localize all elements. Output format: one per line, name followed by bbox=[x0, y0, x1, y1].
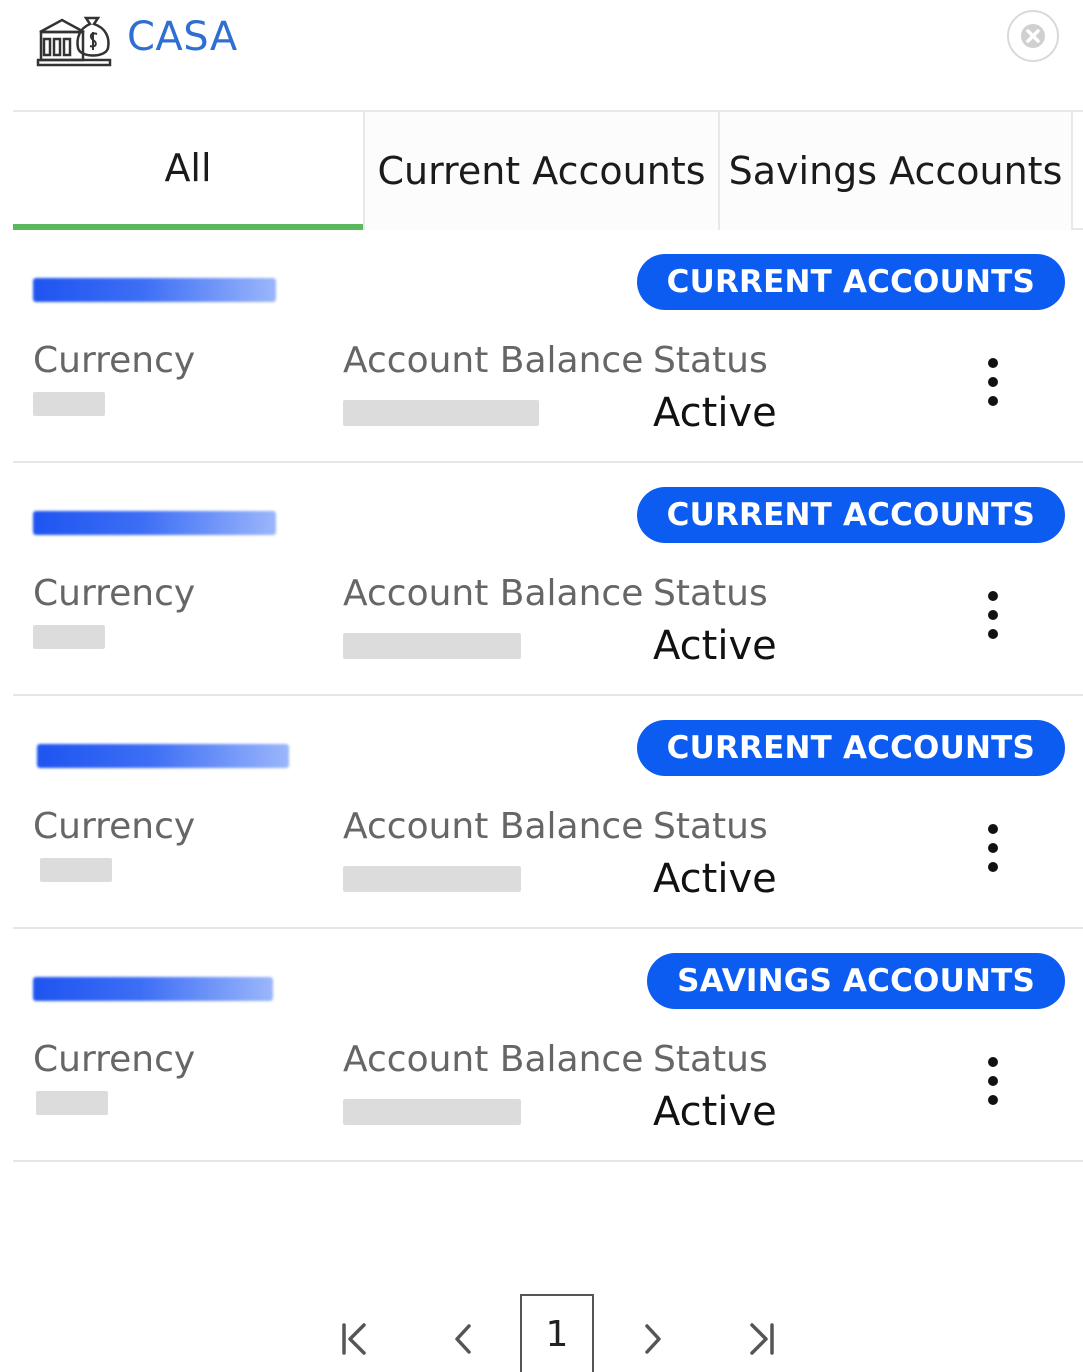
first-page-icon bbox=[342, 1323, 366, 1355]
status-value: Active bbox=[653, 856, 777, 902]
close-circle-icon bbox=[1021, 24, 1045, 48]
account-card[interactable]: CURRENT ACCOUNTS Currency Account Balanc… bbox=[13, 230, 1083, 463]
casa-panel: CASA All Current Accounts Savings Accoun… bbox=[0, 0, 1083, 1372]
currency-label: Currency bbox=[33, 573, 196, 614]
close-button[interactable] bbox=[1007, 10, 1059, 62]
currency-value-redacted bbox=[33, 625, 105, 649]
currency-label: Currency bbox=[33, 1039, 196, 1080]
page-number-current[interactable]: 1 bbox=[520, 1294, 594, 1372]
currency-label: Currency bbox=[33, 806, 196, 847]
account-type-badge: CURRENT ACCOUNTS bbox=[636, 720, 1065, 776]
status-value: Active bbox=[653, 623, 777, 669]
account-name-redacted[interactable] bbox=[37, 744, 289, 768]
first-page-button[interactable] bbox=[330, 1314, 380, 1364]
account-balance-label: Account Balance bbox=[343, 573, 644, 614]
last-page-button[interactable] bbox=[736, 1314, 786, 1364]
account-name-redacted[interactable] bbox=[33, 511, 276, 535]
balance-value-redacted bbox=[343, 1099, 521, 1125]
status-label: Status bbox=[653, 806, 768, 847]
currency-value-redacted bbox=[33, 392, 105, 416]
account-type-badge: CURRENT ACCOUNTS bbox=[636, 254, 1065, 310]
account-card[interactable]: SAVINGS ACCOUNTS Currency Account Balanc… bbox=[13, 929, 1083, 1162]
account-tabs: All Current Accounts Savings Accounts bbox=[13, 110, 1083, 230]
status-label: Status bbox=[653, 340, 768, 381]
next-page-button[interactable] bbox=[628, 1314, 678, 1364]
account-type-badge: CURRENT ACCOUNTS bbox=[636, 487, 1065, 543]
account-card[interactable]: CURRENT ACCOUNTS Currency Account Balanc… bbox=[13, 463, 1083, 696]
balance-value-redacted bbox=[343, 633, 521, 659]
page-title: CASA bbox=[127, 14, 238, 60]
balance-value-redacted bbox=[343, 866, 521, 892]
currency-value-redacted bbox=[40, 858, 112, 882]
chevron-right-icon bbox=[645, 1324, 661, 1354]
balance-value-redacted bbox=[343, 400, 539, 426]
account-name-redacted[interactable] bbox=[33, 278, 276, 302]
account-balance-label: Account Balance bbox=[343, 340, 644, 381]
tab-all[interactable]: All bbox=[13, 112, 363, 230]
previous-page-button[interactable] bbox=[438, 1314, 488, 1364]
status-value: Active bbox=[653, 1089, 777, 1135]
account-balance-label: Account Balance bbox=[343, 806, 644, 847]
currency-value-redacted bbox=[36, 1091, 108, 1115]
bank-building-money-bag-icon bbox=[36, 8, 112, 68]
tab-current-accounts[interactable]: Current Accounts bbox=[363, 112, 718, 230]
account-balance-label: Account Balance bbox=[343, 1039, 644, 1080]
tab-savings-accounts[interactable]: Savings Accounts bbox=[718, 112, 1073, 230]
pagination: 1 bbox=[0, 1290, 1083, 1372]
more-options-icon[interactable] bbox=[978, 358, 1008, 406]
account-type-badge: SAVINGS ACCOUNTS bbox=[647, 953, 1065, 1009]
more-options-icon[interactable] bbox=[978, 1057, 1008, 1105]
panel-header: CASA bbox=[0, 0, 1083, 110]
account-card[interactable]: CURRENT ACCOUNTS Currency Account Balanc… bbox=[13, 696, 1083, 929]
currency-label: Currency bbox=[33, 340, 196, 381]
status-label: Status bbox=[653, 1039, 768, 1080]
last-page-icon bbox=[750, 1323, 774, 1355]
chevron-left-icon bbox=[455, 1324, 471, 1354]
status-value: Active bbox=[653, 390, 777, 436]
status-label: Status bbox=[653, 573, 768, 614]
more-options-icon[interactable] bbox=[978, 591, 1008, 639]
account-name-redacted[interactable] bbox=[33, 977, 273, 1001]
more-options-icon[interactable] bbox=[978, 824, 1008, 872]
